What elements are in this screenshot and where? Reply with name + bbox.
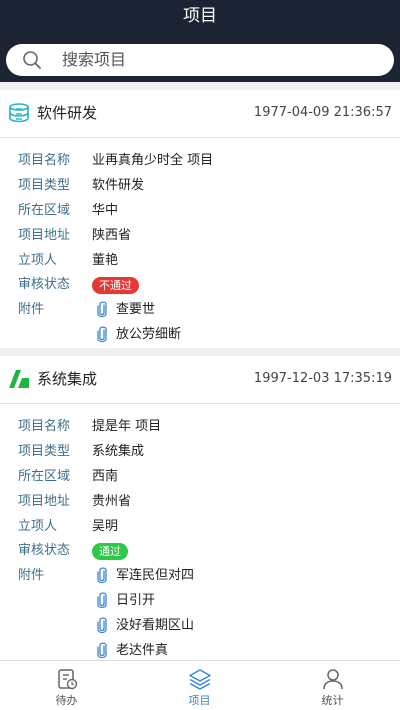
label-region: 所在区域 [18,469,71,484]
paperclip-icon [97,592,107,609]
row-initiator: 立项人 吴明 [0,516,400,538]
row-region: 所在区域 华中 [0,200,400,222]
search-icon [23,51,41,69]
tab-projects[interactable]: 项目 [133,661,266,710]
tab-label: 统计 [321,694,344,707]
card-type-title: 软件研发 [37,104,98,122]
row-project-name: 项目名称 提是年 项目 [0,416,400,438]
row-attachments: 附件 [0,299,400,321]
layers-icon [189,669,211,690]
label-address: 项目地址 [18,494,71,509]
user-icon [323,669,343,690]
label-address: 项目地址 [18,228,71,243]
search-placeholder: 搜索项目 [62,50,127,69]
row-region: 所在区域 西南 [0,466,400,488]
row-attachments: 附件 [0,565,400,587]
project-card[interactable]: 系统集成 1997-12-03 17:35:19 项目名称 提是年 项目 项目类… [0,356,400,660]
label-status: 审核状态 [18,543,71,558]
search-input[interactable]: 搜索项目 [6,44,394,76]
value-project-type: 系统集成 [92,444,145,459]
top-header: 项目 搜索项目 [0,0,400,82]
status-badge: 通过 [92,543,128,560]
label-initiator: 立项人 [18,519,58,534]
row-project-type: 项目类型 软件研发 [0,175,400,197]
page-title: 项目 [183,6,217,26]
label-attachments: 附件 [18,568,45,583]
card-type-title: 系统集成 [37,370,98,388]
label-region: 所在区域 [18,203,71,218]
attachment-name: 放公劳细断 [116,327,182,342]
card-header: 系统集成 1997-12-03 17:35:19 [0,356,400,404]
tab-label: 待办 [55,694,78,707]
label-project-name: 项目名称 [18,419,71,434]
card-timestamp: 1977-04-09 21:36:57 [253,105,392,120]
row-status: 审核状态 通过 [0,540,400,562]
value-address: 贵州省 [92,494,132,509]
row-status: 审核状态 不通过 [0,274,400,296]
label-status: 审核状态 [18,277,71,292]
attachment-name: 老达件真 [116,643,169,658]
card-timestamp: 1997-12-03 17:35:19 [253,371,392,386]
paperclip-icon [97,301,107,318]
database-icon [9,103,29,123]
row-address: 项目地址 贵州省 [0,491,400,513]
value-region: 华中 [92,203,119,218]
value-address: 陕西省 [92,228,132,243]
attachment-name: 查要世 [116,302,156,317]
value-initiator: 董艳 [92,253,119,268]
value-project-name: 提是年 项目 [92,419,162,434]
tab-label: 项目 [188,694,211,707]
label-project-type: 项目类型 [18,178,71,193]
value-initiator: 吴明 [92,519,119,534]
label-attachments: 附件 [18,302,45,317]
project-list[interactable]: 软件研发 1977-04-09 21:36:57 项目名称 业再真角少时全 项目… [0,82,400,660]
project-card[interactable]: 软件研发 1977-04-09 21:36:57 项目名称 业再真角少时全 项目… [0,90,400,348]
label-project-type: 项目类型 [18,444,71,459]
card-header: 软件研发 1977-04-09 21:36:57 [0,90,400,138]
label-initiator: 立项人 [18,253,58,268]
attachment-name: 军连民但对四 [116,568,195,583]
value-region: 西南 [92,469,119,484]
paperclip-icon [97,642,107,659]
label-project-name: 项目名称 [18,153,71,168]
paperclip-icon [97,617,107,634]
paperclip-icon [97,326,107,343]
row-address: 项目地址 陕西省 [0,225,400,247]
bottom-tab-bar: 待办 项目 统计 [0,660,400,710]
tab-todo[interactable]: 待办 [0,661,133,710]
attachment-name: 日引开 [116,593,156,608]
todo-icon [58,669,78,690]
row-project-type: 项目类型 系统集成 [0,441,400,463]
value-project-name: 业再真角少时全 项目 [92,153,214,168]
tab-statistics[interactable]: 统计 [266,661,399,710]
paperclip-icon [97,567,107,584]
row-project-name: 项目名称 业再真角少时全 项目 [0,150,400,172]
integration-icon [9,370,29,388]
attachment-name: 没好看期区山 [116,618,195,633]
status-badge: 不通过 [92,277,139,294]
row-initiator: 立项人 董艳 [0,250,400,272]
value-project-type: 软件研发 [92,178,145,193]
